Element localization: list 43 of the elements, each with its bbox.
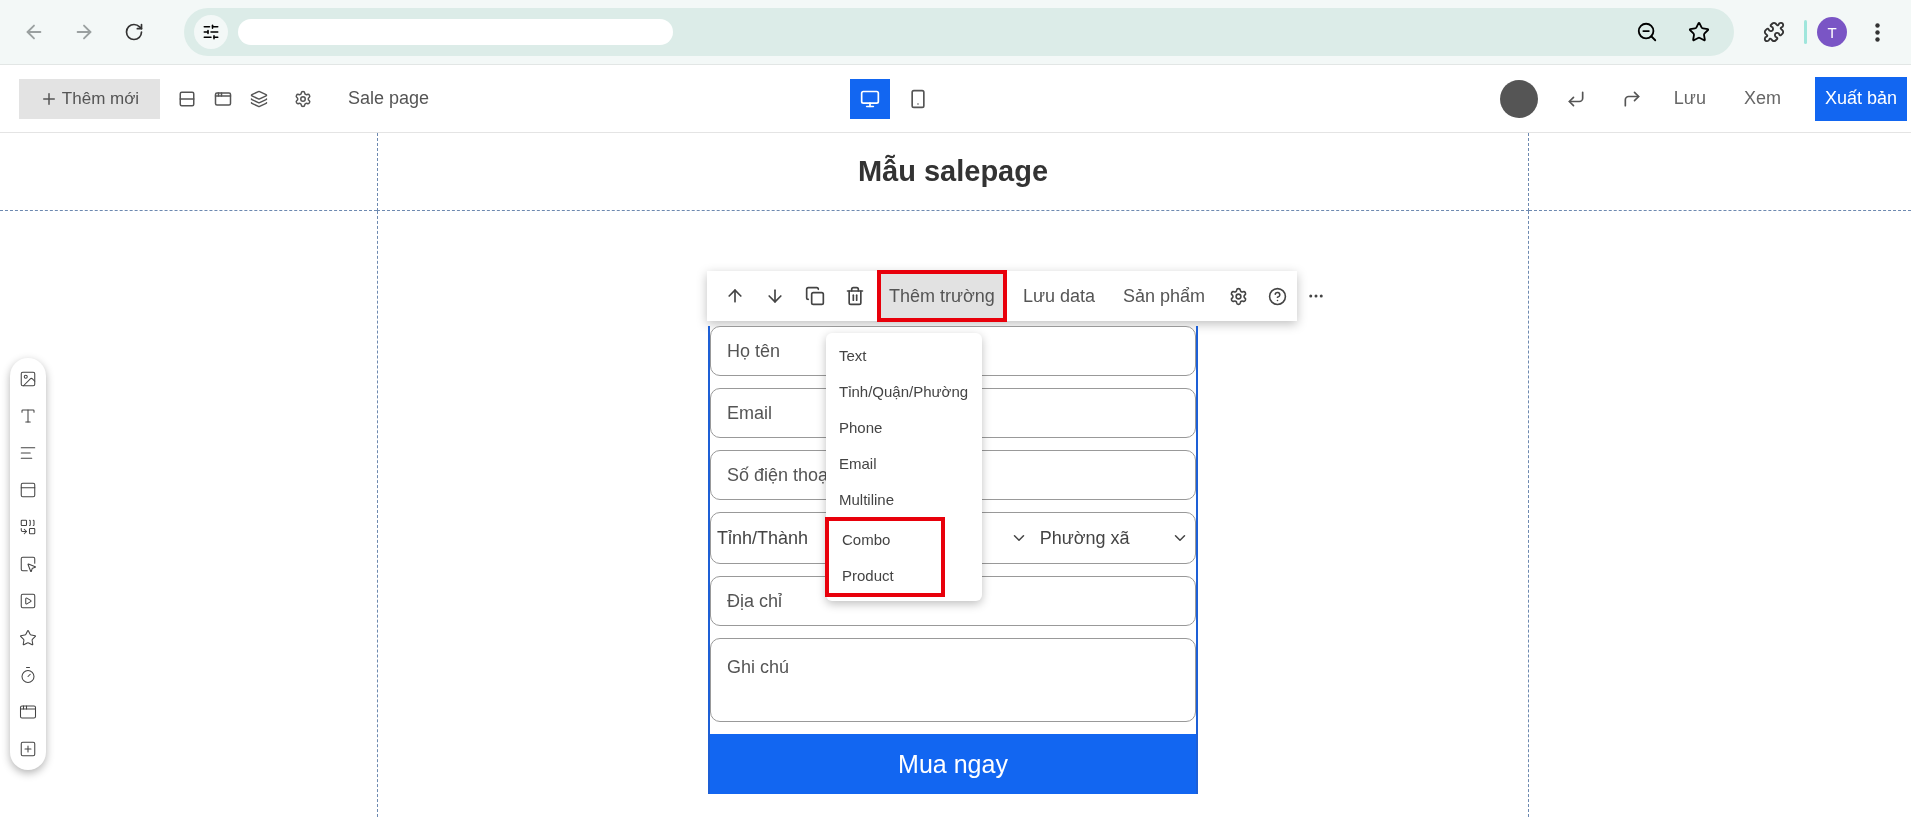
rows-icon[interactable] (178, 89, 196, 108)
section-icon[interactable] (19, 481, 37, 499)
select-value: Tỉnh/Thành (717, 527, 809, 549)
settings-icon[interactable] (294, 89, 312, 108)
site-settings-button[interactable] (194, 15, 228, 49)
action-button[interactable]: Xem (1737, 87, 1787, 110)
toolbar-tab[interactable]: Sản phẩm (1111, 270, 1218, 322)
paragraph-icon[interactable] (19, 444, 37, 462)
sliders-icon (202, 23, 220, 41)
page-title: Mẫu salepage (857, 155, 1049, 188)
textarea-field[interactable]: Ghi chú (710, 638, 1196, 722)
select-value: Phường xã (1039, 527, 1130, 549)
menu-item[interactable]: Combo (829, 521, 941, 557)
image-icon[interactable] (19, 370, 37, 388)
action-button[interactable]: Lưu (1667, 87, 1712, 110)
star-icon[interactable] (19, 629, 37, 647)
desktop-icon (860, 88, 881, 109)
user-avatar[interactable] (1499, 79, 1538, 118)
windows-icon[interactable] (19, 703, 37, 721)
buy-now-button[interactable]: Mua ngay (710, 734, 1196, 794)
more-vertical-icon (1874, 22, 1880, 42)
menu-item[interactable]: Tỉnh/Quận/Phường (826, 373, 982, 409)
toolbar-tab[interactable]: Thêm trường (877, 270, 1007, 322)
zoom-out-icon[interactable] (1636, 21, 1658, 43)
frame-icon[interactable] (19, 740, 37, 758)
pointer-icon[interactable] (19, 555, 37, 573)
toolbar-tab[interactable]: Lưu data (1010, 270, 1107, 322)
profile-avatar[interactable]: T (1817, 17, 1847, 47)
windows-icon[interactable] (214, 89, 232, 108)
layers-icon[interactable] (250, 89, 268, 108)
menu-item[interactable]: Text (826, 337, 982, 373)
video-icon[interactable] (19, 592, 37, 610)
desktop-view-button[interactable] (850, 78, 891, 119)
menu-item[interactable]: Multiline (826, 481, 982, 517)
page-name: Sale page (348, 88, 430, 109)
reload-icon (124, 22, 144, 42)
menu-item[interactable]: Phone (826, 409, 982, 445)
star-icon[interactable] (1688, 21, 1710, 43)
add-new-button[interactable]: Thêm mới (19, 78, 160, 119)
menu-item[interactable]: Email (826, 445, 982, 481)
timer-icon[interactable] (19, 666, 37, 684)
publish-button[interactable]: Xuất bản (1814, 76, 1907, 121)
text-icon[interactable] (19, 407, 37, 425)
